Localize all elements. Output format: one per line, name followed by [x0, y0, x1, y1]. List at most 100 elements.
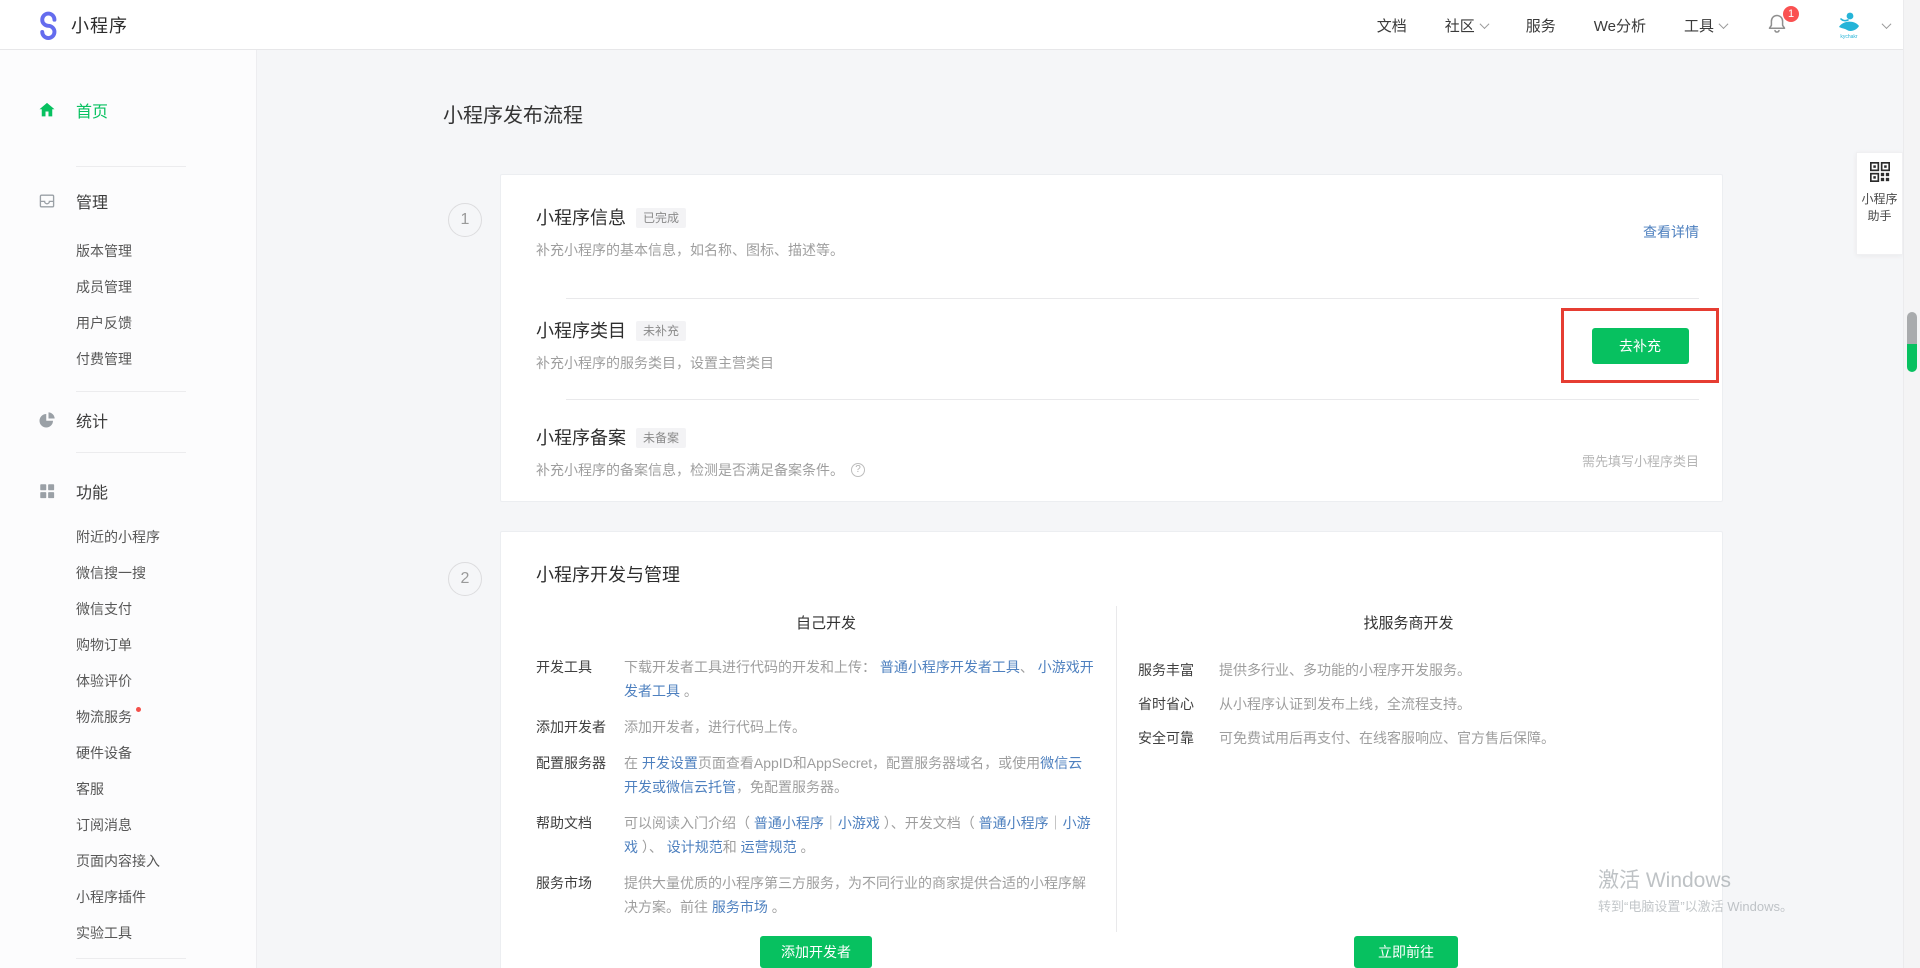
divider	[566, 298, 1699, 299]
notification-badge: 1	[1783, 6, 1799, 22]
assistant-widget[interactable]: 小程序助手	[1856, 152, 1903, 255]
sidebar-item-page-content-access[interactable]: 页面内容接入	[76, 843, 256, 879]
sidebar-section-manage[interactable]: 管理	[0, 181, 256, 221]
divider	[76, 452, 186, 453]
inline-link[interactable]: 服务市场	[712, 899, 768, 915]
app-root: 小程序 文档 社区 服务 We分析 工具 1	[0, 0, 1920, 968]
inline-link[interactable]: 开发设置	[642, 755, 698, 771]
account-chevron-down-icon[interactable]	[1882, 19, 1892, 29]
scrollbar-track[interactable]	[1903, 0, 1920, 968]
nav-community[interactable]: 社区	[1445, 15, 1488, 36]
help-icon[interactable]: ?	[851, 463, 865, 477]
prerequisite-note: 需先填写小程序类目	[1582, 451, 1699, 470]
sidebar-item-hardware-devices[interactable]: 硬件设备	[76, 735, 256, 771]
sidebar-item-mini-program-plugins[interactable]: 小程序插件	[76, 879, 256, 915]
scrollbar-thumb-green	[1907, 344, 1917, 372]
red-highlight-box: 去补充	[1561, 308, 1719, 383]
help-docs-row: 帮助文档 可以阅读入门介绍（ 普通小程序｜小游戏 ）、开发文档（ 普通小程序｜小…	[536, 811, 1101, 859]
inline-link[interactable]: 普通小程序	[979, 815, 1049, 831]
rich-services-row: 服务丰富 提供多行业、多功能的小程序开发服务。	[1138, 658, 1658, 682]
inline-link[interactable]: 普通小程序	[754, 815, 824, 831]
divider	[76, 166, 186, 167]
provider-rows: 服务丰富 提供多行业、多功能的小程序开发服务。 省时省心 从小程序认证到发布上线…	[1138, 658, 1658, 760]
sidebar-section-statistics[interactable]: 统计	[0, 400, 256, 440]
mini-program-logo-icon	[34, 10, 62, 40]
step1-number: 1	[448, 203, 482, 237]
page-title: 小程序发布流程	[443, 103, 583, 129]
status-badge: 已完成	[636, 208, 686, 228]
notification-bell[interactable]: 1	[1765, 12, 1791, 38]
self-develop-header: 自己开发	[536, 612, 1116, 636]
nav-we-analytics[interactable]: We分析	[1594, 15, 1646, 36]
sidebar-item-customer-service[interactable]: 客服	[76, 771, 256, 807]
inline-link[interactable]: 运营规范	[741, 839, 797, 855]
configure-server-row: 配置服务器 在 开发设置页面查看AppID和AppSecret，配置服务器域名，…	[536, 751, 1101, 799]
scrollbar-thumb[interactable]	[1907, 312, 1917, 372]
home-icon	[38, 101, 56, 119]
chevron-down-icon	[1479, 19, 1489, 29]
sidebar-item-experimental-tools[interactable]: 实验工具	[76, 915, 256, 951]
mini-program-category-row: 小程序类目 未补充 补充小程序的服务类目，设置主营类目 去补充	[501, 298, 1722, 399]
grid-icon	[38, 482, 56, 500]
sidebar-item-version-management[interactable]: 版本管理	[76, 233, 256, 269]
nav-services[interactable]: 服务	[1526, 15, 1556, 36]
sidebar-item-experience-rating[interactable]: 体验评价	[76, 663, 256, 699]
inline-link[interactable]: 设计规范	[667, 839, 723, 855]
archive-icon	[38, 192, 56, 210]
scrollbar-thumb-gray	[1907, 312, 1917, 344]
sidebar-item-wechat-pay[interactable]: 微信支付	[76, 591, 256, 627]
step2-number: 2	[448, 562, 482, 596]
sidebar-item-member-management[interactable]: 成员管理	[76, 269, 256, 305]
top-header: 小程序 文档 社区 服务 We分析 工具 1	[0, 0, 1920, 50]
sidebar-item-shopping-orders[interactable]: 购物订单	[76, 627, 256, 663]
sidebar-item-subscription-messages[interactable]: 订阅消息	[76, 807, 256, 843]
nav-docs[interactable]: 文档	[1377, 15, 1407, 36]
row-title: 小程序信息	[536, 205, 626, 231]
safe-reliable-row: 安全可靠 可免费试用后再支付、在线客服响应、官方售后保障。	[1138, 726, 1658, 750]
inline-link[interactable]: 普通小程序开发者工具	[880, 659, 1020, 675]
sidebar-item-payment-management[interactable]: 付费管理	[76, 341, 256, 377]
inline-link[interactable]: 小游戏	[838, 815, 880, 831]
sidebar-group-features: 附近的小程序 微信搜一搜 微信支付 购物订单 体验评价 物流服务 硬件设备 客服…	[0, 519, 256, 951]
pie-chart-icon	[38, 411, 56, 429]
step2-card: 小程序开发与管理 自己开发 找服务商开发 开发工具 下载开发者工具进行代码的开发…	[500, 531, 1723, 968]
divider	[566, 399, 1699, 400]
header-nav: 文档 社区 服务 We分析 工具 1	[1377, 0, 1890, 50]
dev-tools-row: 开发工具 下载开发者工具进行代码的开发和上传： 普通小程序开发者工具、 小游戏开…	[536, 655, 1101, 703]
account-avatar[interactable]: kychakr	[1829, 10, 1869, 40]
nav-tools[interactable]: 工具	[1684, 15, 1727, 36]
divider	[76, 391, 186, 392]
logo[interactable]: 小程序	[34, 10, 128, 40]
row-title: 小程序类目	[536, 318, 626, 344]
mini-program-icp-row: 小程序备案 未备案 补充小程序的备案信息，检测是否满足备案条件。 ? 需先填写小…	[501, 399, 1722, 503]
sidebar-item-home[interactable]: 首页	[0, 92, 256, 128]
sidebar-group-manage: 版本管理 成员管理 用户反馈 付费管理	[0, 233, 256, 377]
sidebar-item-wechat-search[interactable]: 微信搜一搜	[76, 555, 256, 591]
mini-program-info-row: 小程序信息 已完成 补充小程序的基本信息，如名称、图标、描述等。 查看详情	[501, 175, 1722, 298]
view-details-link[interactable]: 查看详情	[1643, 222, 1699, 242]
self-develop-rows: 开发工具 下载开发者工具进行代码的开发和上传： 普通小程序开发者工具、 小游戏开…	[536, 655, 1101, 931]
go-now-button[interactable]: 立即前往	[1354, 936, 1458, 968]
fill-category-button[interactable]: 去补充	[1592, 328, 1689, 364]
sidebar-section-features[interactable]: 功能	[0, 471, 256, 511]
account-logo-icon	[1836, 10, 1862, 34]
new-badge-dot	[136, 707, 141, 712]
qr-code-icon	[1870, 162, 1890, 182]
step2-title: 小程序开发与管理	[501, 532, 1722, 588]
row-title: 小程序备案	[536, 425, 626, 451]
time-saving-row: 省时省心 从小程序认证到发布上线，全流程支持。	[1138, 692, 1658, 716]
sidebar-item-logistics-services[interactable]: 物流服务	[76, 699, 256, 735]
divider	[76, 958, 186, 959]
add-developer-button[interactable]: 添加开发者	[760, 936, 872, 968]
assistant-label: 小程序助手	[1857, 191, 1902, 225]
column-divider	[1116, 606, 1117, 932]
account-caption: kychakr	[1840, 35, 1857, 40]
add-developer-row: 添加开发者 添加开发者，进行代码上传。	[536, 715, 1101, 739]
find-provider-header: 找服务商开发	[1116, 612, 1701, 636]
step1-card: 小程序信息 已完成 补充小程序的基本信息，如名称、图标、描述等。 查看详情 小程…	[500, 174, 1723, 502]
logo-text: 小程序	[71, 12, 128, 38]
sidebar-item-user-feedback[interactable]: 用户反馈	[76, 305, 256, 341]
status-badge: 未备案	[636, 428, 686, 448]
sidebar-item-nearby-mini-programs[interactable]: 附近的小程序	[76, 519, 256, 555]
service-market-row: 服务市场 提供大量优质的小程序第三方服务，为不同行业的商家提供合适的小程序解决方…	[536, 871, 1101, 919]
